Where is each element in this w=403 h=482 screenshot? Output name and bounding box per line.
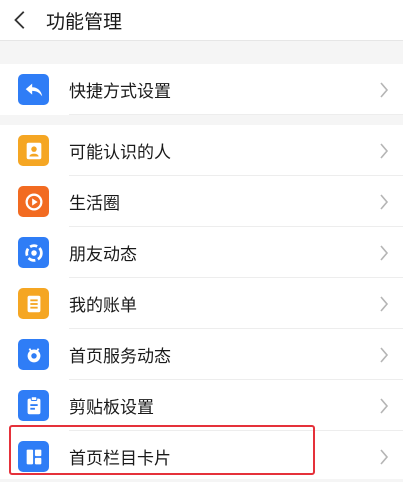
reply-arrow-icon [18,74,49,105]
menu-row-clipboard-settings[interactable]: 剪贴板设置 [0,380,403,431]
features-section: 可能认识的人 生活圈 朋友动态 我的账单 首页服务动态 剪贴板设置 首页栏目卡片 [0,125,403,479]
menu-label: 可能认识的人 [69,143,171,163]
menu-row-shortcut[interactable]: 快捷方式设置 [0,64,403,115]
menu-label: 首页栏目卡片 [69,449,171,469]
back-button[interactable] [0,0,42,40]
divider [69,114,403,115]
menu-label: 快捷方式设置 [69,82,171,102]
aperture-icon [18,237,49,268]
bill-icon [18,288,49,319]
clipboard-icon [18,390,49,421]
grid-card-icon [18,441,49,472]
menu-row-life-circle[interactable]: 生活圈 [0,176,403,227]
play-circle-icon [18,186,49,217]
chevron-right-icon [380,193,389,210]
contact-card-icon [18,135,49,166]
menu-label: 剪贴板设置 [69,398,154,418]
menu-row-my-bill[interactable]: 我的账单 [0,278,403,329]
menu-label: 生活圈 [69,194,120,214]
menu-label: 朋友动态 [69,245,137,265]
menu-label: 我的账单 [69,296,137,316]
menu-row-people-you-may-know[interactable]: 可能认识的人 [0,125,403,176]
menu-label: 首页服务动态 [69,347,171,367]
chevron-right-icon [380,448,389,465]
chevron-right-icon [380,295,389,312]
menu-row-friends-activity[interactable]: 朋友动态 [0,227,403,278]
top-bar: 功能管理 [0,0,403,41]
bell-mascot-icon [18,339,49,370]
page-title: 功能管理 [46,10,123,33]
chevron-right-icon [380,142,389,159]
menu-row-home-column-card[interactable]: 首页栏目卡片 [0,431,403,482]
chevron-right-icon [380,346,389,363]
chevron-right-icon [380,397,389,414]
shortcut-section: 快捷方式设置 [0,64,403,115]
menu-row-home-service-activity[interactable]: 首页服务动态 [0,329,403,380]
chevron-right-icon [380,244,389,261]
chevron-left-icon [14,11,25,29]
chevron-right-icon [380,81,389,98]
